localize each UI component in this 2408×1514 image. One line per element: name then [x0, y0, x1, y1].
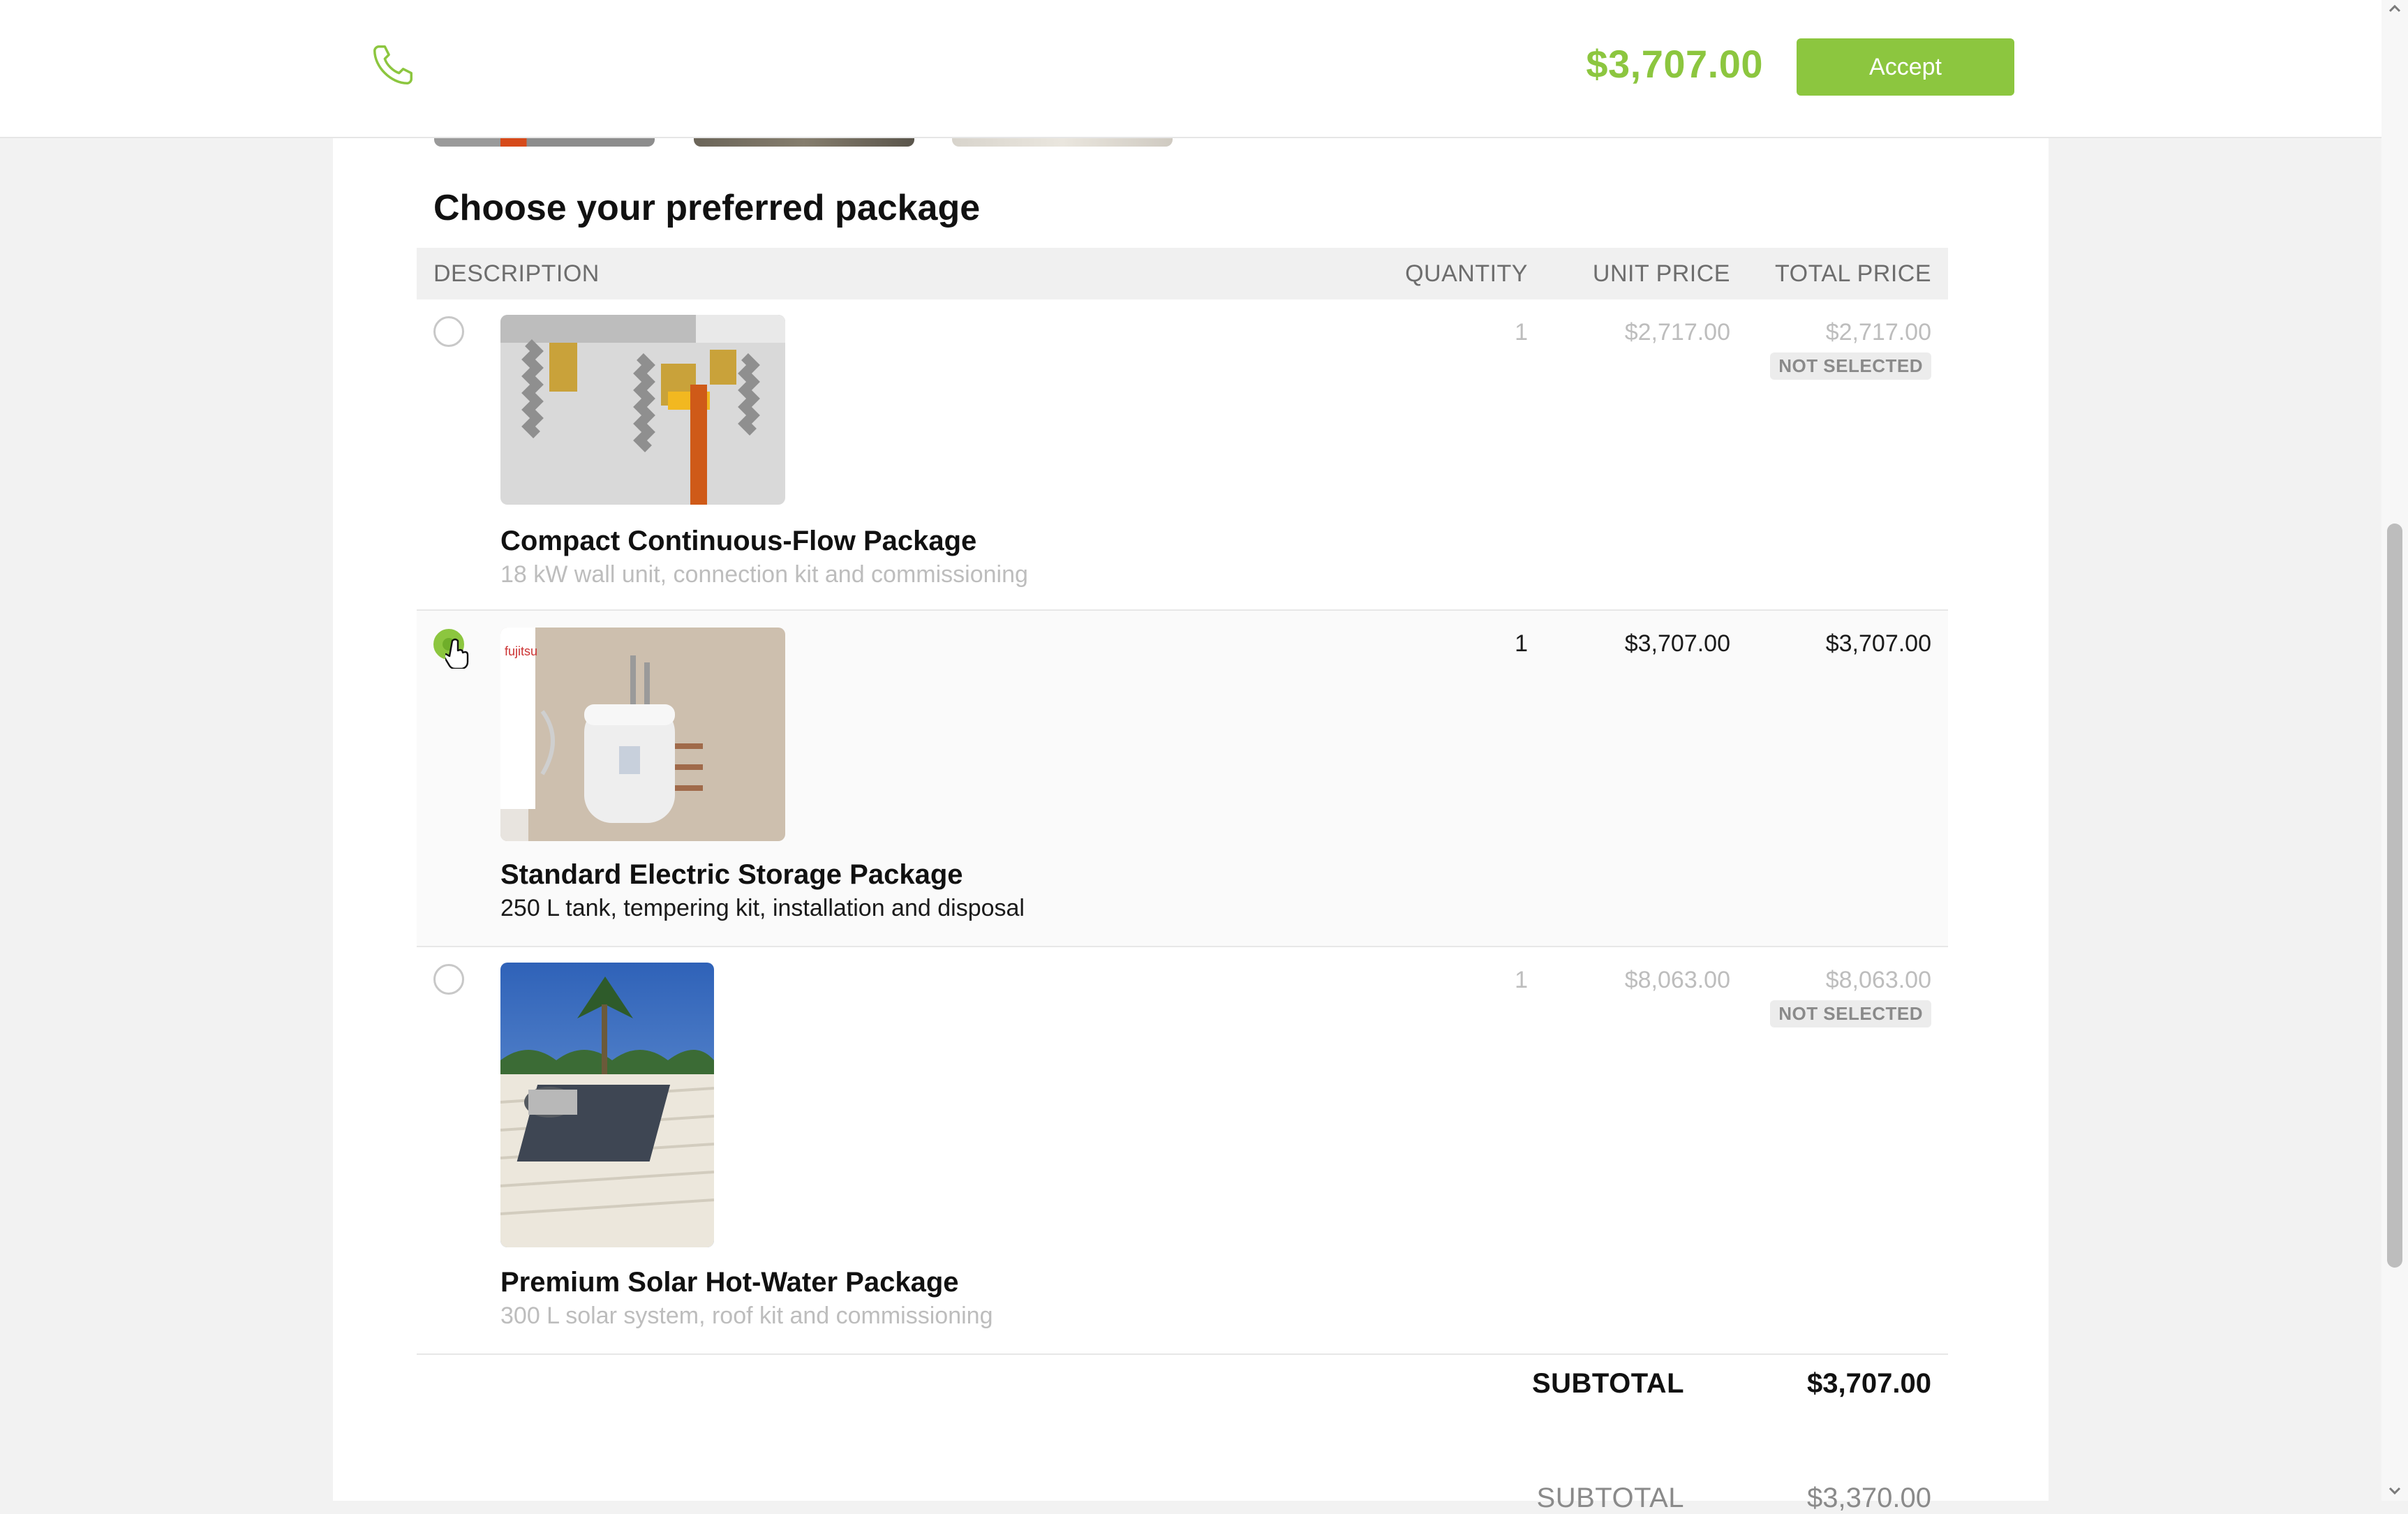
package-row[interactable]: Compact Continuous-Flow Package 18 kW wa…: [417, 299, 1948, 611]
package-name: Standard Electric Storage Package: [500, 859, 963, 890]
section-title: Choose your preferred package: [433, 188, 981, 228]
phone-icon[interactable]: [369, 40, 417, 89]
subtotal-value: $3,707.00: [1807, 1368, 1931, 1399]
subtotal-label-secondary: SUBTOTAL: [1536, 1483, 1684, 1513]
package-description: 18 kW wall unit, connection kit and comm…: [500, 561, 1028, 588]
column-header-unit-price: UNIT PRICE: [1592, 260, 1730, 287]
package-unit-price: $3,707.00: [1624, 630, 1730, 657]
package-quantity: 1: [1515, 319, 1528, 346]
column-header-quantity: QUANTITY: [1405, 260, 1528, 287]
package-quantity: 1: [1515, 967, 1528, 993]
not-selected-badge: NOT SELECTED: [1770, 1000, 1931, 1027]
column-header-total-price: TOTAL PRICE: [1774, 260, 1931, 287]
top-header: $3,707.00 Accept: [0, 0, 2408, 138]
scroll-up-arrow-icon[interactable]: [2386, 0, 2404, 18]
subtotal-label: SUBTOTAL: [1531, 1368, 1684, 1399]
package-unit-price: $8,063.00: [1624, 967, 1730, 993]
header-total-price: $3,707.00: [1586, 42, 1763, 86]
package-total-price: $2,717.00: [1825, 319, 1931, 346]
scrollbar-thumb[interactable]: [2387, 524, 2402, 1268]
package-radio[interactable]: [433, 316, 464, 347]
package-description: 250 L tank, tempering kit, installation …: [500, 895, 1025, 921]
package-description: 300 L solar system, roof kit and commiss…: [500, 1303, 993, 1329]
package-radio[interactable]: [433, 964, 464, 995]
package-image: [500, 315, 785, 505]
scroll-down-arrow-icon[interactable]: [2386, 1481, 2404, 1499]
not-selected-badge: NOT SELECTED: [1770, 352, 1931, 380]
column-header-description: DESCRIPTION: [433, 260, 600, 287]
hand-cursor-icon: [445, 638, 469, 669]
table-header: DESCRIPTION QUANTITY UNIT PRICE TOTAL PR…: [417, 248, 1948, 299]
package-image: [500, 963, 714, 1247]
package-name: Compact Continuous-Flow Package: [500, 526, 977, 556]
package-image: fujitsu: [500, 628, 785, 841]
package-quantity: 1: [1515, 630, 1528, 657]
package-row[interactable]: fujitsu Standard Electric Storage Packag…: [417, 611, 1948, 947]
package-name: Premium Solar Hot-Water Package: [500, 1267, 959, 1298]
package-unit-price: $2,717.00: [1624, 319, 1730, 346]
accept-button[interactable]: Accept: [1797, 38, 2014, 96]
package-total-price: $3,707.00: [1825, 630, 1931, 657]
package-row[interactable]: Premium Solar Hot-Water Package 300 L so…: [417, 947, 1948, 1355]
package-total-price: $8,063.00: [1825, 967, 1931, 993]
svg-text:fujitsu: fujitsu: [505, 644, 537, 658]
subtotal-value-secondary: $3,370.00: [1807, 1483, 1931, 1513]
